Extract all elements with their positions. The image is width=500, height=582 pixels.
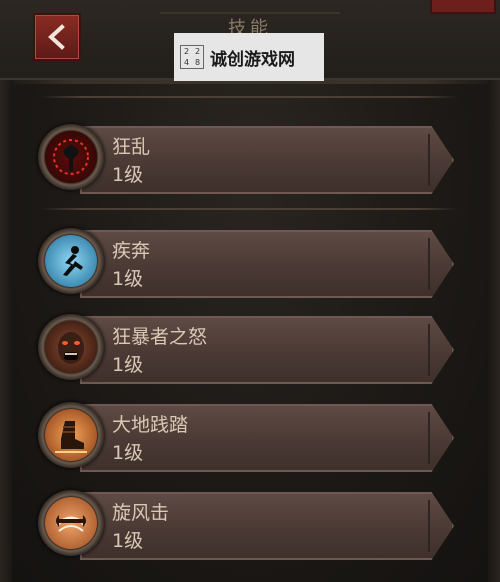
- sprint-runner-icon: [45, 235, 97, 287]
- skill-level: 1级: [112, 268, 144, 290]
- skill-level: 1级: [112, 530, 144, 552]
- skill-name: 旋风击: [112, 502, 170, 524]
- skill-row-ground-stomp[interactable]: 大地践踏 1级: [38, 402, 460, 472]
- whirlwind-axe-icon: [45, 497, 97, 549]
- skill-icon-frame: [38, 490, 104, 556]
- skill-level: 1级: [112, 442, 144, 464]
- skill-row-berserker-rage[interactable]: 狂暴者之怒 1级: [38, 314, 460, 384]
- skill-icon-frame: [38, 314, 104, 380]
- panel-left-border: [0, 80, 12, 582]
- skill-name: 狂暴者之怒: [112, 326, 208, 348]
- section-divider: [40, 208, 460, 210]
- skill-name: 狂乱: [112, 136, 151, 158]
- skill-icon-frame: [38, 228, 104, 294]
- skill-row-whirlwind[interactable]: 旋风击 1级: [38, 490, 460, 560]
- skill-row-frenzy[interactable]: 狂乱 1级: [38, 124, 460, 194]
- section-divider: [40, 96, 460, 98]
- skill-level: 1级: [112, 354, 144, 376]
- skill-icon-frame: [38, 402, 104, 468]
- watermark-logo-icon: 2 2 4 8: [180, 45, 204, 69]
- skill-name: 大地践踏: [112, 414, 189, 436]
- skill-level: 1级: [112, 164, 144, 186]
- skill-name: 疾奔: [112, 240, 151, 262]
- back-button[interactable]: [33, 13, 81, 61]
- panel-right-border: [488, 80, 500, 582]
- watermark-text: 诚创游戏网: [210, 49, 295, 70]
- ground-stomp-boot-icon: [45, 409, 97, 461]
- berserker-rage-icon: [45, 321, 97, 373]
- skill-icon-frame: [38, 124, 104, 190]
- frenzy-axe-icon: [45, 131, 97, 183]
- watermark-overlay: 2 2 4 8 诚创游戏网: [174, 33, 324, 81]
- close-button[interactable]: [430, 0, 496, 14]
- skill-row-sprint[interactable]: 疾奔 1级: [38, 228, 460, 298]
- chevron-left-icon: [48, 24, 65, 50]
